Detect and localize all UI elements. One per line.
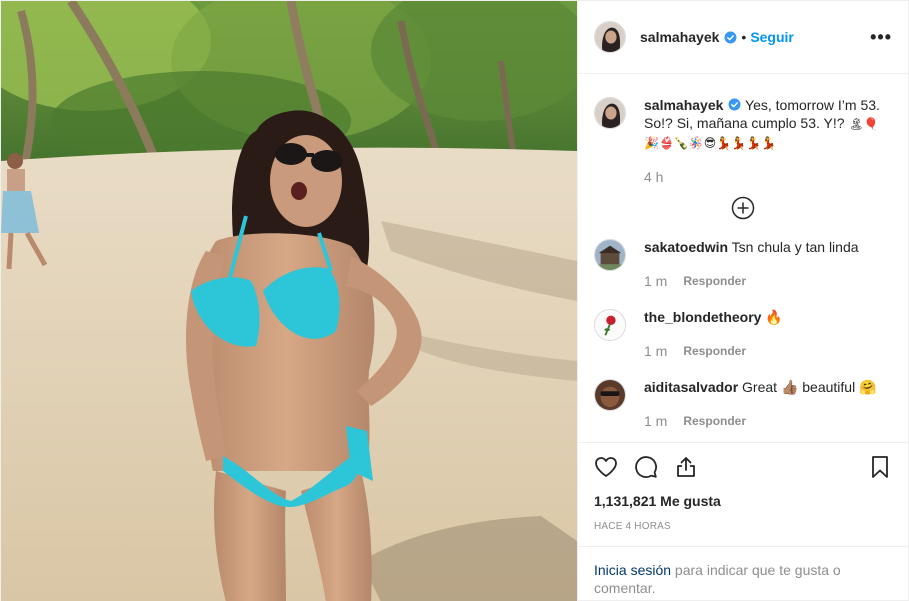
- comment-username[interactable]: aiditasalvador: [644, 379, 738, 395]
- caption-time[interactable]: 4 h: [644, 168, 892, 186]
- bookmark-icon[interactable]: [868, 455, 892, 479]
- comment-text-line: the_blondetheory 🔥: [644, 308, 892, 326]
- caption-body: salmahayek Yes, tomorrow I’m 53. So!? Si…: [644, 96, 892, 186]
- load-more-wrap: [594, 196, 892, 220]
- reply-button[interactable]: Responder: [683, 412, 746, 430]
- comment-text: 🔥: [765, 309, 783, 325]
- verified-badge-icon: [728, 98, 741, 111]
- rose-avatar-icon: [595, 310, 625, 340]
- comment-meta: 1 m Responder: [644, 412, 892, 430]
- login-link[interactable]: Inicia sesión: [594, 562, 671, 578]
- comment-meta: 1 m Responder: [644, 272, 892, 290]
- comment-body: the_blondetheory 🔥 1 m Responder: [644, 308, 892, 360]
- comment-text: Tsn chula y tan linda: [731, 239, 859, 255]
- comment-body: aiditasalvador Great 👍🏽 beautiful 🤗 1 m …: [644, 378, 892, 430]
- reply-button[interactable]: Responder: [683, 342, 746, 360]
- post-timestamp[interactable]: HACE 4 HORAS: [594, 521, 892, 532]
- avatar-photo-icon: [595, 22, 625, 52]
- post-header: salmahayek • Seguir •••: [578, 1, 908, 74]
- comment-item: the_blondetheory 🔥 1 m Responder: [594, 308, 892, 360]
- caption-emoji-line1: 🏝🎈: [848, 117, 879, 131]
- avatar-photo-icon: [595, 380, 625, 410]
- comment-time[interactable]: 1 m: [644, 342, 667, 360]
- avatar-photo-icon: [595, 98, 625, 128]
- avatar[interactable]: [594, 379, 626, 411]
- load-more-comments-icon[interactable]: [731, 196, 755, 220]
- beach-photo-illustration: [1, 1, 577, 601]
- post-photo[interactable]: [1, 1, 577, 601]
- caption-emoji-line2: 🎉👙🍾🪅😎💃💃💃💃: [644, 136, 777, 150]
- comment-item: sakatoedwin Tsn chula y tan linda 1 m Re…: [594, 238, 892, 290]
- comment-body: sakatoedwin Tsn chula y tan linda 1 m Re…: [644, 238, 892, 290]
- heart-icon[interactable]: [594, 455, 618, 479]
- post-sidebar: salmahayek • Seguir ••• salmahayek Yes, …: [577, 1, 908, 601]
- share-icon[interactable]: [674, 455, 698, 479]
- more-options-icon[interactable]: •••: [870, 27, 892, 48]
- instagram-post: salmahayek • Seguir ••• salmahayek Yes, …: [0, 0, 909, 601]
- comment-item: aiditasalvador Great 👍🏽 beautiful 🤗 1 m …: [594, 378, 892, 430]
- comment-username[interactable]: sakatoedwin: [644, 239, 728, 255]
- caption-row: salmahayek Yes, tomorrow I’m 53. So!? Si…: [594, 96, 892, 186]
- separator-dot: •: [741, 29, 747, 45]
- avatar[interactable]: [594, 21, 626, 53]
- reply-button[interactable]: Responder: [683, 272, 746, 290]
- post-actions: 1,131,821 Me gusta HACE 4 HORAS: [578, 442, 908, 546]
- verified-badge-icon: [724, 31, 737, 43]
- avatar[interactable]: [594, 309, 626, 341]
- caption-text-block: salmahayek Yes, tomorrow I’m 53. So!? Si…: [644, 96, 892, 152]
- follow-button[interactable]: Seguir: [750, 29, 794, 45]
- comment-text-line: aiditasalvador Great 👍🏽 beautiful 🤗: [644, 378, 892, 396]
- comment-meta: 1 m Responder: [644, 342, 892, 360]
- comment-time[interactable]: 1 m: [644, 412, 667, 430]
- comment-text-line: sakatoedwin Tsn chula y tan linda: [644, 238, 892, 256]
- action-icons: [594, 443, 892, 491]
- avatar[interactable]: [594, 239, 626, 271]
- comment-icon[interactable]: [634, 455, 658, 479]
- post-username[interactable]: salmahayek: [640, 29, 719, 45]
- likes-count[interactable]: 1,131,821 Me gusta: [594, 493, 892, 509]
- comment-text: Great 👍🏽 beautiful 🤗: [742, 379, 877, 395]
- avatar-photo-icon: [595, 240, 625, 270]
- caption-username[interactable]: salmahayek: [644, 97, 723, 113]
- avatar[interactable]: [594, 97, 626, 129]
- comments-section[interactable]: salmahayek Yes, tomorrow I’m 53. So!? Si…: [578, 74, 908, 442]
- login-prompt: Inicia sesión para indicar que te gusta …: [578, 546, 908, 601]
- comment-username[interactable]: the_blondetheory: [644, 309, 761, 325]
- comment-time[interactable]: 1 m: [644, 272, 667, 290]
